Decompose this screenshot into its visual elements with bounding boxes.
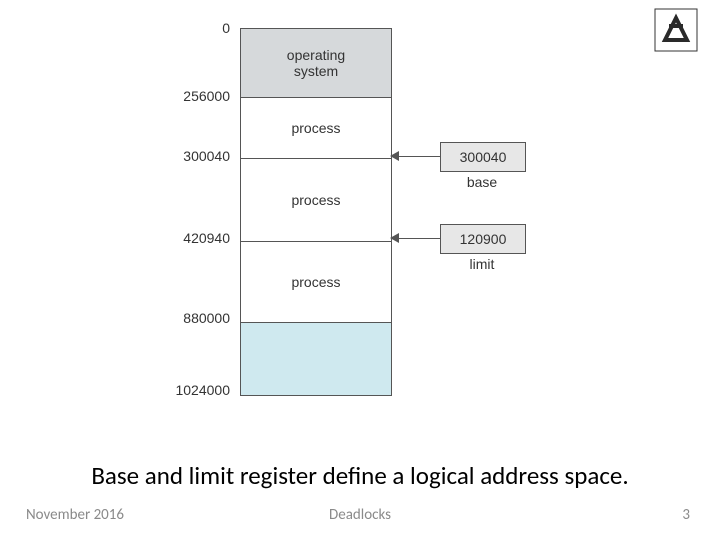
base-register: 300040	[440, 142, 526, 172]
limit-register-label: limit	[440, 256, 524, 272]
address-label: 300040	[140, 148, 230, 164]
footer-title: Deadlocks	[0, 506, 720, 524]
memory-segment: operatingsystem	[241, 29, 391, 98]
memory-segment: process	[241, 98, 391, 159]
limit-register: 120900	[440, 224, 526, 254]
institution-logo	[654, 8, 698, 57]
address-label: 0	[140, 20, 230, 36]
base-register-label: base	[440, 174, 524, 190]
slide-caption: Base and limit register define a logical…	[0, 460, 720, 491]
footer-pagenum: 3	[682, 506, 690, 524]
memory-diagram: operatingsystemprocessprocessprocess0256…	[140, 18, 580, 438]
address-label: 1024000	[140, 382, 230, 398]
arrow-line	[398, 238, 440, 239]
memory-segment: process	[241, 242, 391, 323]
arrow-head-icon	[390, 151, 399, 161]
memory-segment	[241, 323, 391, 395]
memory-segment: process	[241, 159, 391, 242]
arrow-head-icon	[390, 233, 399, 243]
arrow-line	[398, 156, 440, 157]
slide-footer: November 2016 Deadlocks 3	[0, 506, 720, 530]
address-label: 880000	[140, 310, 230, 326]
address-label: 256000	[140, 88, 230, 104]
address-label: 420940	[140, 230, 230, 246]
memory-column: operatingsystemprocessprocessprocess	[240, 28, 392, 396]
